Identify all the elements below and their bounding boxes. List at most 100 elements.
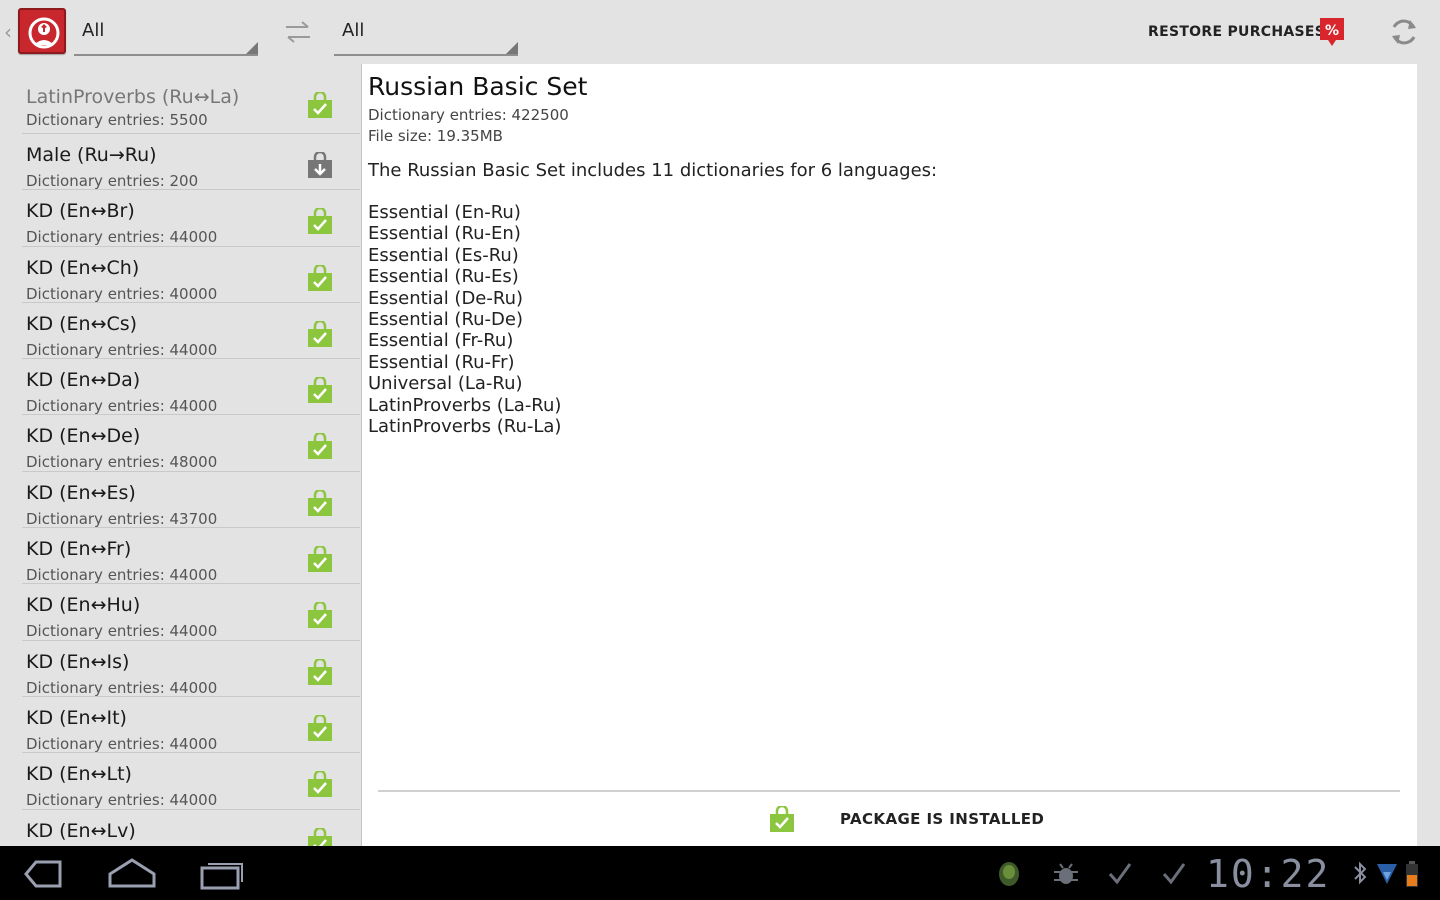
wifi-icon bbox=[1377, 864, 1397, 884]
installed-bag-icon[interactable] bbox=[306, 489, 334, 518]
dictionary-entries: Dictionary entries: 44000 bbox=[26, 340, 218, 359]
dictionary-name: KD (En↔Cs) bbox=[26, 312, 138, 335]
installed-bag-icon[interactable] bbox=[306, 208, 334, 236]
package-description: The Russian Basic Set includes 11 dictio… bbox=[368, 160, 938, 181]
list-item[interactable]: KD (En↔Is) Dictionary entries: 44000 bbox=[22, 640, 360, 697]
app-logo-icon[interactable] bbox=[18, 8, 66, 54]
home-icon[interactable] bbox=[106, 856, 158, 892]
dictionary-name: KD (En↔Hu) bbox=[26, 594, 141, 617]
package-status-label: PACKAGE IS INSTALLED bbox=[840, 810, 1045, 828]
included-dictionary-item: Universal (La-Ru) bbox=[368, 373, 523, 395]
dictionary-entries: Dictionary entries: 44000 bbox=[26, 397, 218, 416]
restore-purchases-button[interactable]: RESTORE PURCHASES bbox=[1140, 18, 1333, 46]
installed-bag-icon[interactable] bbox=[306, 546, 334, 574]
bluetooth-icon bbox=[1354, 861, 1367, 885]
to-language-spinner[interactable]: All bbox=[334, 14, 518, 56]
dictionary-name: KD (En↔Fr) bbox=[26, 538, 132, 561]
dictionary-entries: Dictionary entries: 44000 bbox=[26, 228, 218, 247]
sale-tag-icon[interactable]: % bbox=[1318, 16, 1346, 48]
package-entries: Dictionary entries: 422500 bbox=[368, 106, 569, 124]
included-dictionary-item: Essential (Ru-En) bbox=[368, 223, 521, 245]
list-item[interactable]: KD (En↔De) Dictionary entries: 48000 bbox=[22, 415, 360, 472]
list-item[interactable]: KD (En↔Fr) Dictionary entries: 44000 bbox=[22, 528, 360, 585]
refresh-icon[interactable] bbox=[1388, 16, 1420, 48]
dictionary-entries: Dictionary entries: 5500 bbox=[26, 111, 208, 129]
dictionary-name: KD (En↔De) bbox=[26, 425, 141, 448]
dictionary-name: KD (En↔Da) bbox=[26, 369, 141, 392]
list-item[interactable]: KD (En↔It) Dictionary entries: 44000 bbox=[22, 696, 360, 754]
dictionary-entries: Dictionary entries: 44000 bbox=[26, 678, 218, 697]
divider bbox=[378, 790, 1400, 792]
list-item[interactable]: KD (En↔Cs) Dictionary entries: 44000 bbox=[22, 302, 360, 360]
dictionary-entries: Dictionary entries: 44000 bbox=[26, 734, 218, 753]
package-title: Russian Basic Set bbox=[368, 72, 588, 101]
dictionary-name: KD (En↔Lv) bbox=[26, 819, 136, 842]
dictionary-entries: Dictionary entries: 44000 bbox=[26, 566, 218, 585]
included-dictionaries-list: Essential (En-Ru) Essential (Ru-En) Essent… bbox=[368, 202, 561, 437]
usb-debug-icon[interactable] bbox=[1052, 860, 1080, 888]
list-item[interactable]: KD (En↔Da) Dictionary entries: 44000 bbox=[22, 359, 360, 416]
list-item[interactable]: KD (En↔Hu) Dictionary entries: 44000 bbox=[22, 584, 360, 641]
dictionary-name: Male (Ru→Ru) bbox=[26, 144, 157, 166]
dictionary-entries: Dictionary entries: 48000 bbox=[26, 453, 218, 472]
installed-bag-icon bbox=[770, 806, 794, 832]
swap-arrows-icon[interactable] bbox=[282, 18, 314, 46]
from-language-value: All bbox=[82, 20, 105, 41]
recent-apps-icon[interactable] bbox=[198, 856, 246, 892]
installed-bag-icon[interactable] bbox=[306, 827, 334, 846]
installed-bag-icon[interactable] bbox=[306, 320, 334, 349]
check-icon[interactable] bbox=[1160, 860, 1188, 888]
to-language-value: All bbox=[342, 20, 365, 41]
installed-bag-icon[interactable] bbox=[306, 714, 334, 743]
dictionary-name: KD (En↔Is) bbox=[26, 650, 130, 673]
included-dictionary-item: Essential (Ru-Fr) bbox=[368, 351, 515, 373]
list-item[interactable]: KD (En↔Lt) Dictionary entries: 44000 bbox=[22, 753, 360, 810]
included-dictionary-item: Essential (Ru-De) bbox=[368, 309, 524, 331]
spinner-arrow-icon bbox=[506, 42, 518, 54]
battery-icon bbox=[1406, 861, 1418, 887]
installed-bag-icon[interactable] bbox=[306, 433, 334, 461]
package-file-size: File size: 19.35MB bbox=[368, 127, 503, 145]
installed-bag-icon[interactable] bbox=[306, 658, 334, 687]
dictionary-entries: Dictionary entries: 40000 bbox=[26, 284, 218, 303]
clock[interactable]: 10:22 bbox=[1206, 852, 1330, 896]
included-dictionary-item: LatinProverbs (Ru-La) bbox=[368, 416, 562, 438]
check-icon[interactable] bbox=[1106, 860, 1134, 888]
list-item[interactable]: LatinProverbs (Ru↔La) Dictionary entries:… bbox=[22, 64, 360, 134]
dictionary-entries: Dictionary entries: 44000 bbox=[26, 622, 218, 641]
list-item[interactable]: KD (En↔Lv) bbox=[22, 809, 360, 846]
from-language-spinner[interactable]: All bbox=[74, 14, 258, 56]
svg-text:%: % bbox=[1325, 23, 1339, 39]
spinner-arrow-icon bbox=[246, 42, 258, 54]
dictionary-entries: Dictionary entries: 43700 bbox=[26, 509, 218, 528]
installed-bag-icon[interactable] bbox=[306, 771, 334, 799]
dictionary-name: KD (En↔Lt) bbox=[26, 763, 132, 786]
package-detail-panel: Russian Basic Set Dictionary entries: 42… bbox=[361, 64, 1417, 846]
list-item[interactable]: KD (En↔Br) Dictionary entries: 44000 bbox=[22, 190, 360, 247]
dictionary-name: LatinProverbs (Ru↔La) bbox=[26, 86, 240, 108]
dictionary-entries: Dictionary entries: 200 bbox=[26, 172, 199, 190]
included-dictionary-item: Essential (Ru-Es) bbox=[368, 266, 519, 288]
included-dictionary-item: Essential (De-Ru) bbox=[368, 287, 524, 309]
up-caret-icon[interactable]: ‹ bbox=[4, 20, 16, 44]
dictionary-list[interactable]: LatinProverbs (Ru↔La) Dictionary entries:… bbox=[0, 64, 360, 846]
dictionary-name: KD (En↔It) bbox=[26, 706, 127, 729]
list-item[interactable]: KD (En↔Es) Dictionary entries: 43700 bbox=[22, 471, 360, 529]
included-dictionary-item: Essential (Es-Ru) bbox=[368, 244, 519, 266]
dictionary-name: KD (En↔Ch) bbox=[26, 256, 140, 279]
installed-bag-icon[interactable] bbox=[306, 92, 334, 120]
back-icon[interactable] bbox=[18, 856, 66, 892]
download-bag-icon[interactable] bbox=[306, 152, 334, 180]
system-bar: 10:22 bbox=[0, 846, 1440, 900]
dictionary-name: KD (En↔Br) bbox=[26, 200, 135, 223]
installed-bag-icon[interactable] bbox=[306, 377, 334, 405]
installed-bag-icon[interactable] bbox=[306, 264, 334, 293]
installed-bag-icon[interactable] bbox=[306, 602, 334, 630]
included-dictionary-item: Essential (Fr-Ru) bbox=[368, 330, 514, 352]
dictionary-entries: Dictionary entries: 44000 bbox=[26, 791, 218, 810]
android-icon[interactable] bbox=[996, 860, 1022, 888]
included-dictionary-item: Essential (En-Ru) bbox=[368, 202, 521, 223]
action-bar: ‹ All All RESTORE PURCHASES % bbox=[0, 0, 1440, 64]
list-item[interactable]: Male (Ru→Ru) Dictionary entries: 200 bbox=[22, 134, 360, 191]
list-item[interactable]: KD (En↔Ch) Dictionary entries: 40000 bbox=[22, 246, 360, 303]
